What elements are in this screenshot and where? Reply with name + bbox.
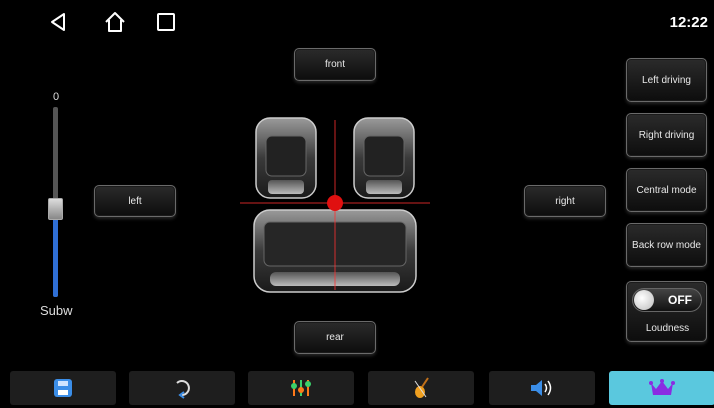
recents-icon[interactable] — [154, 10, 178, 34]
crown-icon — [649, 379, 675, 395]
back-row-mode-button[interactable]: Back row mode — [626, 223, 707, 267]
equalizer-icon — [291, 380, 311, 396]
tab-reset[interactable] — [129, 371, 235, 405]
toggle-knob — [634, 290, 654, 310]
home-icon[interactable] — [103, 10, 127, 34]
save-icon — [54, 379, 72, 397]
tab-instrument[interactable] — [368, 371, 474, 405]
front-left-seat-icon — [255, 117, 317, 199]
reset-icon — [176, 380, 190, 399]
right-driving-button[interactable]: Right driving — [626, 113, 707, 157]
tab-save[interactable] — [10, 371, 116, 405]
slider-fill — [53, 209, 58, 297]
bottom-bar — [0, 368, 714, 408]
subwoofer-label: Subw — [40, 303, 73, 318]
back-icon[interactable] — [46, 10, 70, 34]
status-bar: 12:22 — [0, 0, 714, 44]
speaker-icon — [531, 380, 552, 396]
right-button[interactable]: right — [524, 185, 606, 217]
instrument-icon — [414, 377, 429, 398]
left-driving-button[interactable]: Left driving — [626, 58, 707, 102]
front-button[interactable]: front — [294, 48, 376, 81]
loudness-toggle[interactable]: OFF — [632, 288, 702, 312]
subwoofer-value: 0 — [53, 91, 60, 103]
slider-thumb[interactable] — [48, 198, 63, 220]
loudness-state: OFF — [668, 293, 692, 307]
central-mode-button[interactable]: Central mode — [626, 168, 707, 212]
tab-speaker[interactable] — [489, 371, 595, 405]
left-button[interactable]: left — [94, 185, 176, 217]
loudness-panel: OFF Loudness — [626, 281, 707, 342]
front-right-seat-icon — [353, 117, 415, 199]
seat-balance-map[interactable] — [240, 110, 430, 300]
tab-crown[interactable] — [609, 371, 714, 405]
balance-point[interactable] — [327, 195, 343, 211]
rear-button[interactable]: rear — [294, 321, 376, 354]
clock: 12:22 — [669, 14, 708, 31]
tab-equalizer[interactable] — [248, 371, 354, 405]
loudness-label: Loudness — [645, 323, 690, 334]
